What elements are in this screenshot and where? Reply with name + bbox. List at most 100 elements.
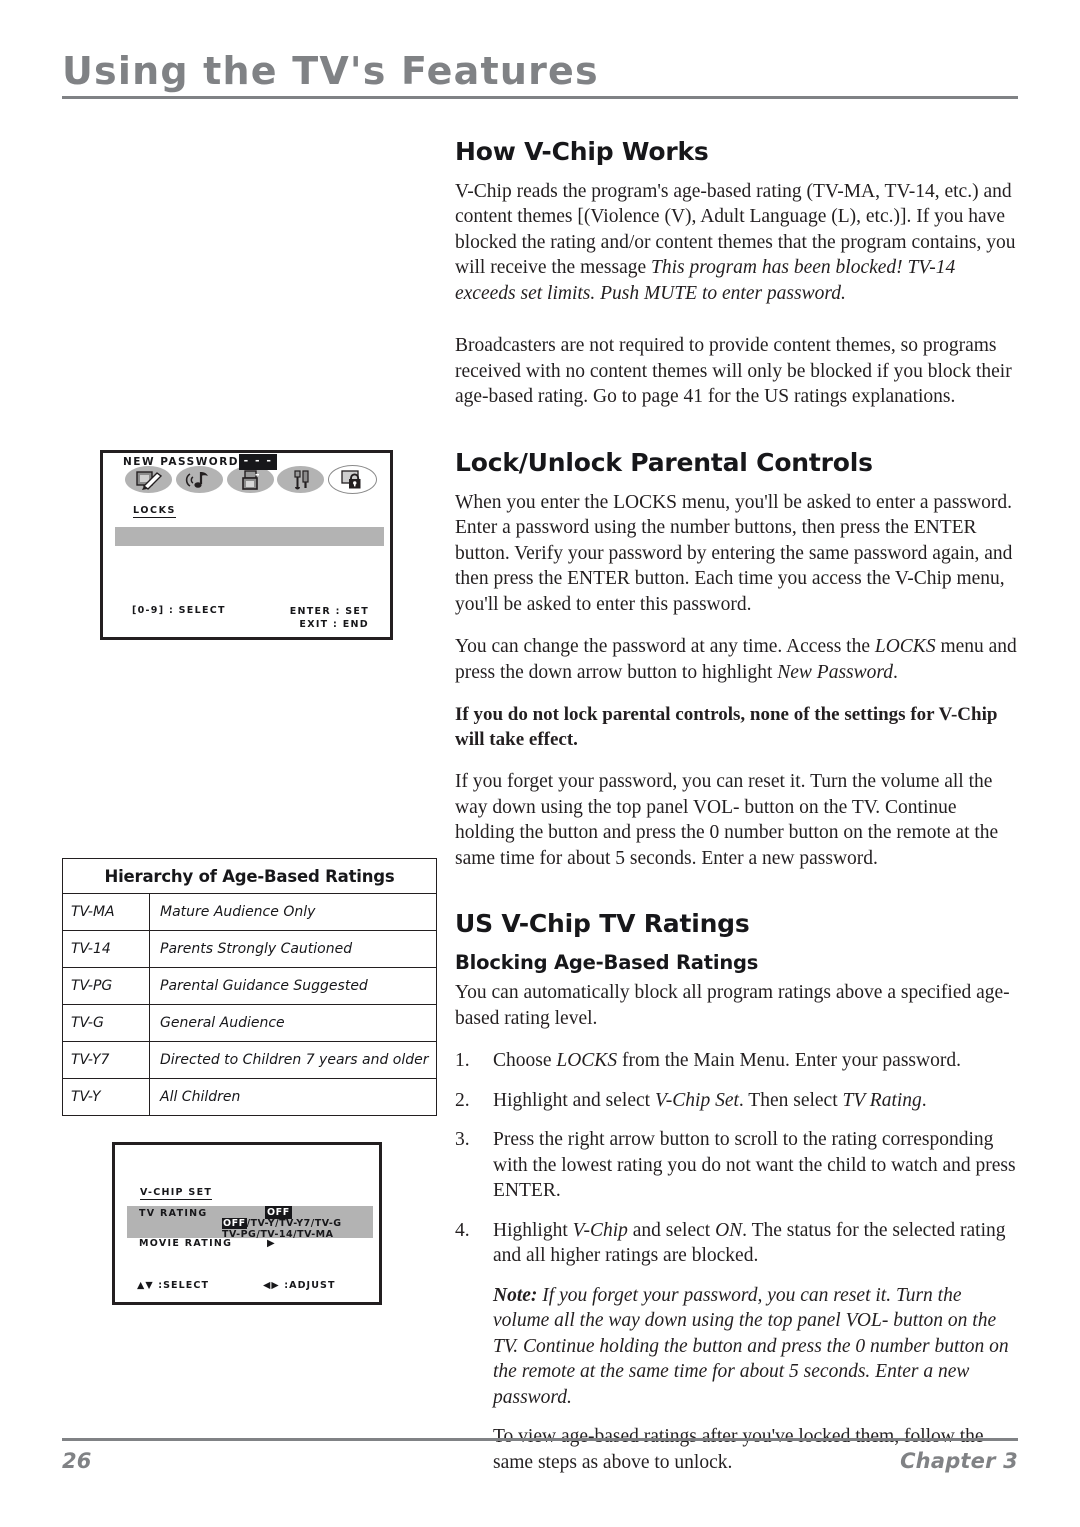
title-divider <box>62 95 1018 99</box>
page-header: Using the TV's Features <box>62 49 1018 99</box>
paragraph-forgot-password: If you forget your password, you can res… <box>455 771 999 869</box>
table-header-row: Hierarchy of Age-Based Ratings <box>62 858 437 894</box>
osd-new-password-label: NEW PASSWORD <box>123 456 240 468</box>
step-number: 4. <box>455 1219 470 1241</box>
osd-footer-exit-hint: EXIT : END <box>299 619 369 630</box>
vchip-option-selected[interactable]: OFF <box>222 1218 247 1229</box>
setup-icon <box>277 466 325 493</box>
rating-code: TV-14 <box>62 930 150 968</box>
page-footer: 26 Chapter 3 <box>62 1438 1018 1473</box>
step-number: 3. <box>455 1129 470 1151</box>
channel-icon <box>226 466 274 493</box>
new-password-italic: New Password <box>777 661 894 683</box>
paragraph-broadcasters: Broadcasters are not required to provide… <box>455 335 1012 408</box>
age-based-ratings-table: Hierarchy of Age-Based Ratings TV-MA Mat… <box>62 858 437 1116</box>
step-text-part: Choose <box>493 1050 557 1072</box>
rating-code: TV-MA <box>62 893 150 931</box>
osd-footer-enter-hint: ENTER : SET <box>289 606 369 617</box>
page-title: Using the TV's Features <box>62 49 599 93</box>
step-text-part: from the Main Menu. Enter your password. <box>617 1050 961 1072</box>
paragraph-lock-warning: If you do not lock parental controls, no… <box>455 704 998 750</box>
step-text-part-italic: V-Chip <box>572 1219 628 1241</box>
vchip-options-rest: /TV-Y/TV-Y7/TV-G <box>246 1218 342 1229</box>
table-row: TV-Y7 Directed to Children 7 years and o… <box>62 1041 437 1079</box>
table-row: TV-MA Mature Audience Only <box>62 893 437 931</box>
osd-new-password-row[interactable] <box>115 527 384 546</box>
step-text: Press the right arrow button to scroll t… <box>493 1129 1016 1202</box>
step-text: Choose LOCKS from the Main Menu. Enter y… <box>493 1050 961 1071</box>
footer-divider <box>62 1438 1018 1441</box>
vchip-options-line-1: OFF/TV-Y/TV-Y7/TV-G <box>222 1218 342 1229</box>
step-text-part: . <box>921 1089 927 1111</box>
heading-lock-unlock: Lock/Unlock Parental Controls <box>455 447 873 477</box>
steps-list: 1. Choose LOCKS from the Main Menu. Ente… <box>455 1048 1018 1475</box>
osd-new-password-field[interactable]: - - - - <box>239 454 277 481</box>
rating-description: Parental Guidance Suggested <box>149 967 437 1005</box>
table-header-label: Hierarchy of Age-Based Ratings <box>62 858 437 894</box>
chapter-label: Chapter 3 <box>900 1448 1018 1473</box>
heading-blocking-age-based-ratings: Blocking Age-Based Ratings <box>455 950 759 974</box>
change-password-text-c: . <box>893 661 898 683</box>
picture-icon <box>125 466 172 493</box>
rating-code: TV-Y <box>62 1078 150 1116</box>
vchip-movie-rating-label: MOVIE RATING <box>139 1238 233 1249</box>
step-text-part: and select <box>627 1219 716 1241</box>
step-number: 2. <box>455 1089 470 1111</box>
step-text-part-italic: TV Rating <box>842 1089 922 1111</box>
main-content-column: How V-Chip Works V-Chip reads the progra… <box>455 137 1018 1489</box>
osd-footer-enter-exit-hint: ENTER : SET EXIT : END <box>263 605 369 631</box>
heading-how-vchip-works: How V-Chip Works <box>455 137 709 166</box>
locks-menu-italic: LOCKS <box>874 636 936 657</box>
vchip-options-line-2: TV-PG/TV-14/TV-MA <box>222 1229 334 1240</box>
heading-us-vchip-tv-ratings: US V-Chip TV Ratings <box>455 909 750 938</box>
list-item: 1. Choose LOCKS from the Main Menu. Ente… <box>455 1048 1018 1074</box>
locks-menu-screenshot: LOCKS NEW PASSWORD - - - - [0-9] : SELEC… <box>100 450 393 640</box>
paragraph-vchip-reads: V-Chip reads the program's age-based rat… <box>455 179 1018 307</box>
vchip-osd-title: V-CHIP SET <box>140 1187 213 1200</box>
chevron-right-icon[interactable]: ▶ <box>267 1238 275 1249</box>
paragraph-blocking-intro: You can automatically block all program … <box>455 982 1010 1029</box>
table-row: TV-Y All Children <box>62 1078 437 1116</box>
vchip-footer-adjust-hint: ◀▶ :ADJUST <box>263 1280 336 1291</box>
step-text-part: Highlight <box>493 1219 573 1241</box>
rating-description: Directed to Children 7 years and older <box>149 1041 437 1079</box>
rating-description: Parents Strongly Cautioned <box>149 930 437 968</box>
paragraph-enter-locks-menu: When you enter the LOCKS menu, you'll be… <box>455 491 1013 615</box>
step-text-part-italic: V-Chip Set <box>654 1089 739 1111</box>
note-block: Note: If you forget your password, you c… <box>493 1283 1018 1411</box>
osd-menu-title: LOCKS <box>133 505 176 518</box>
table-row: TV-G General Audience <box>62 1004 437 1042</box>
paragraph-change-password: You can change the password at any time.… <box>455 634 1018 685</box>
rating-description: All Children <box>149 1078 437 1116</box>
step-text-part-italic: ON <box>715 1219 743 1241</box>
footer-row: 26 Chapter 3 <box>62 1449 1018 1473</box>
osd-footer-select-hint: [0-9] : SELECT <box>132 605 226 616</box>
vchip-set-screenshot: V-CHIP SET TV RATING OFF OFF/TV-Y/TV-Y7/… <box>112 1142 382 1305</box>
list-item: 4. Highlight V-Chip and select ON. The s… <box>455 1218 1018 1476</box>
table-row: TV-PG Parental Guidance Suggested <box>62 967 437 1005</box>
vchip-footer-select-hint: ▲▼ :SELECT <box>137 1280 210 1291</box>
step-text: Highlight and select V-Chip Set. Then se… <box>493 1090 927 1111</box>
rating-code: TV-Y7 <box>62 1041 150 1079</box>
audio-icon <box>175 466 223 493</box>
vchip-rating-options[interactable]: OFF/TV-Y/TV-Y7/TV-G TV-PG/TV-14/TV-MA <box>222 1218 342 1240</box>
note-label: Note: <box>493 1284 538 1306</box>
note-text: If you forget your password, you can res… <box>493 1284 1009 1408</box>
rating-code: TV-G <box>62 1004 150 1042</box>
rating-description: General Audience <box>149 1004 437 1042</box>
list-item: 2. Highlight and select V-Chip Set. Then… <box>455 1088 1018 1114</box>
step-text: Highlight V-Chip and select ON. The stat… <box>493 1220 1006 1267</box>
table-row: TV-14 Parents Strongly Cautioned <box>62 930 437 968</box>
list-item: 3. Press the right arrow button to scrol… <box>455 1127 1018 1204</box>
rating-code: TV-PG <box>62 967 150 1005</box>
page-number: 26 <box>62 1448 92 1473</box>
step-text-part: Highlight and select <box>493 1089 655 1111</box>
rating-description: Mature Audience Only <box>149 893 437 931</box>
step-text-part-italic: LOCKS <box>556 1050 618 1072</box>
change-password-text-a: You can change the password at any time.… <box>455 636 875 657</box>
locks-icon <box>328 465 377 494</box>
step-text-part: . Then select <box>738 1089 843 1111</box>
